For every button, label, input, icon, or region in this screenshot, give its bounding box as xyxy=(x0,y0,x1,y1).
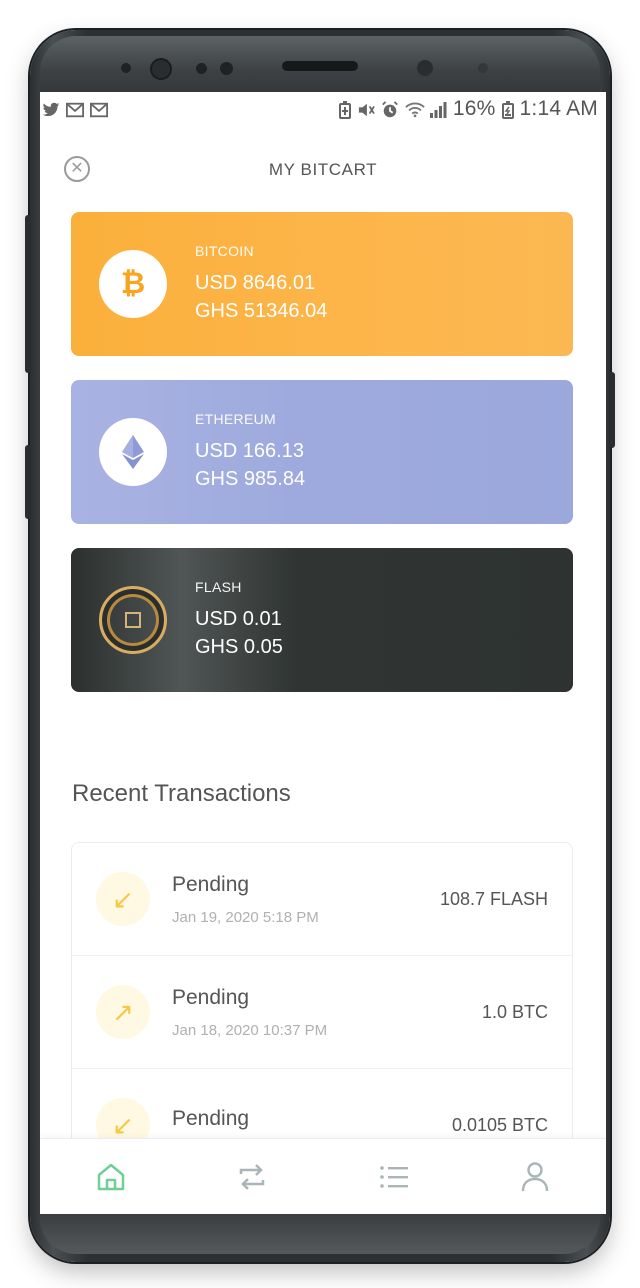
transaction-date: Jan 19, 2020 5:18 PM xyxy=(172,908,319,926)
coin-card-bitcoin[interactable]: ₿ BITCOIN USD 8646.01 GHS 51346.04 xyxy=(71,212,573,356)
coin-ghs-value: GHS 51346.04 xyxy=(195,300,328,322)
exchange-icon[interactable] xyxy=(222,1147,282,1207)
flash-coin-icon xyxy=(99,586,167,654)
transaction-status: Pending xyxy=(172,985,250,1009)
transaction-status: Pending xyxy=(172,872,250,896)
coin-ghs-value: GHS 985.84 xyxy=(195,468,306,490)
bottom-navigation xyxy=(40,1138,606,1214)
coin-card-ethereum[interactable]: ETHEREUM USD 166.13 GHS 985.84 xyxy=(71,380,573,524)
coin-ghs-value: GHS 0.05 xyxy=(195,636,283,658)
arrow-down-left-icon: ↙ xyxy=(96,872,150,926)
arrow-up-right-icon: ↗ xyxy=(96,985,150,1039)
transaction-amount: 0.0105 BTC xyxy=(451,1114,548,1135)
ethereum-icon xyxy=(99,418,167,486)
earpiece-speaker xyxy=(282,61,358,71)
coin-usd-value: USD 166.13 xyxy=(195,440,304,462)
alarm-icon xyxy=(381,101,399,118)
recent-transactions-heading: Recent Transactions xyxy=(72,780,291,807)
wifi-icon xyxy=(405,101,425,118)
coin-usd-value: USD 0.01 xyxy=(195,608,282,630)
status-bar: 16% 1:14 AM xyxy=(40,92,606,126)
iris-sensor-right xyxy=(220,62,233,75)
transaction-row[interactable]: ↗ Pending Jan 18, 2020 10:37 PM 1.0 BTC xyxy=(72,956,572,1069)
profile-icon[interactable] xyxy=(505,1147,565,1207)
twitter-icon xyxy=(42,101,60,117)
front-camera xyxy=(150,58,172,80)
battery-icon xyxy=(501,101,514,119)
clock: 1:14 AM xyxy=(519,97,598,120)
battery-percent: 16% xyxy=(452,97,496,120)
bitcoin-icon: ₿ xyxy=(99,250,167,318)
gmail-icon xyxy=(66,101,84,118)
mute-icon xyxy=(357,101,375,117)
power-button xyxy=(609,372,615,448)
transaction-amount: 108.7 FLASH xyxy=(439,888,548,909)
transaction-list: ↙ Pending Jan 19, 2020 5:18 PM 108.7 FLA… xyxy=(71,842,573,1162)
iris-camera xyxy=(417,60,433,76)
light-sensor xyxy=(478,63,488,73)
coin-name: FLASH xyxy=(195,579,242,595)
app-screen: 16% 1:14 AM ✕ MY BITCART ₿ BITCOIN USD 8… xyxy=(40,92,606,1214)
bottom-bezel xyxy=(40,1214,600,1254)
coin-card-flash[interactable]: FLASH USD 0.01 GHS 0.05 xyxy=(71,548,573,692)
iris-sensor-left xyxy=(196,63,207,74)
transaction-row[interactable]: ↙ Pending Jan 19, 2020 5:18 PM 108.7 FLA… xyxy=(72,843,572,956)
volume-button xyxy=(25,445,31,519)
page-title: MY BITCART xyxy=(268,160,378,179)
transaction-status: Pending xyxy=(172,1107,250,1130)
bixby-button xyxy=(25,215,31,373)
app-header: ✕ MY BITCART xyxy=(40,150,606,190)
coin-name: BITCOIN xyxy=(195,243,254,259)
coin-usd-value: USD 8646.01 xyxy=(195,272,316,294)
gmail-icon xyxy=(90,101,108,118)
battery-saver-icon xyxy=(338,101,351,119)
list-icon[interactable] xyxy=(364,1147,424,1207)
coin-name: ETHEREUM xyxy=(195,411,276,427)
transaction-date: Jan 18, 2020 10:37 PM xyxy=(172,1021,328,1039)
signal-icon xyxy=(429,101,447,118)
close-icon[interactable]: ✕ xyxy=(64,156,90,182)
proximity-sensor xyxy=(121,63,131,73)
transaction-amount: 1.0 BTC xyxy=(481,1001,548,1022)
home-icon[interactable] xyxy=(81,1147,141,1207)
